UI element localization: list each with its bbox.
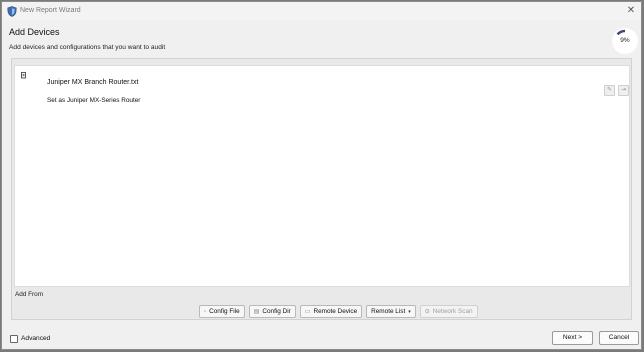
- remote-list-button[interactable]: Remote List ▾: [366, 305, 416, 318]
- shield-app-icon: [7, 6, 17, 17]
- config-dir-label: Config Dir: [262, 308, 291, 315]
- remote-device-label: Remote Device: [313, 308, 358, 315]
- advanced-label: Advanced: [21, 335, 51, 342]
- close-icon[interactable]: ✕: [625, 5, 637, 17]
- next-button[interactable]: Next >: [552, 331, 593, 345]
- add-from-label: Add From: [15, 291, 44, 298]
- device-type: Set as Juniper MX-Series Router: [47, 97, 141, 104]
- device-list[interactable]: Juniper MX Branch Router.txt Set as Juni…: [14, 65, 630, 287]
- edit-icon[interactable]: ✎: [604, 85, 615, 96]
- progress-label: 9%: [620, 37, 630, 44]
- title-bar: New Report Wizard ✕: [2, 2, 641, 20]
- remote-device-button[interactable]: ▭ Remote Device: [299, 305, 363, 318]
- remove-icon[interactable]: ⇥: [618, 85, 629, 96]
- wizard-window: New Report Wizard ✕ Add Devices Add devi…: [1, 1, 642, 350]
- config-file-label: Config File: [209, 308, 240, 315]
- folder-icon: ▤: [253, 309, 260, 315]
- remote-device-icon: ▭: [304, 309, 311, 315]
- cancel-button[interactable]: Cancel: [599, 331, 639, 345]
- config-dir-button[interactable]: ▤ Config Dir: [248, 305, 296, 318]
- page-title: Add Devices: [9, 27, 60, 37]
- device-file-icon: [21, 72, 28, 79]
- remote-list-label: Remote List: [371, 308, 406, 315]
- progress-indicator: 9%: [612, 28, 638, 54]
- progress-arc: [616, 29, 626, 36]
- config-file-button[interactable]: ▫ Config File: [199, 305, 245, 318]
- chevron-down-icon: ▾: [408, 308, 411, 315]
- device-name: Juniper MX Branch Router.txt: [47, 79, 139, 86]
- network-scan-button[interactable]: ⊙ Network Scan: [419, 305, 478, 318]
- file-icon: ▫: [204, 308, 207, 315]
- advanced-checkbox[interactable]: [10, 335, 18, 343]
- scan-icon: ⊙: [424, 309, 430, 315]
- page-subtitle: Add devices and configurations that you …: [9, 44, 166, 51]
- network-scan-label: Network Scan: [432, 308, 473, 315]
- devices-panel: Juniper MX Branch Router.txt Set as Juni…: [11, 58, 632, 320]
- add-from-toolbar: ▫ Config File ▤ Config Dir ▭ Remote Devi…: [199, 305, 478, 318]
- window-title: New Report Wizard: [20, 7, 81, 14]
